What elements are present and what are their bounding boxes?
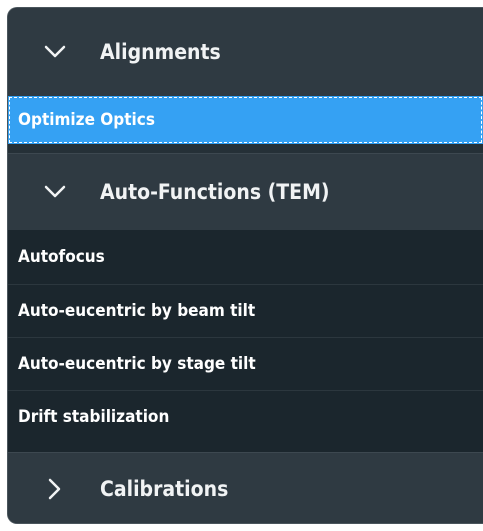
- section-header-auto-functions[interactable]: Auto-Functions (TEM): [8, 154, 483, 230]
- list-item-auto-eucentric-beam-tilt[interactable]: Auto-eucentric by beam tilt: [8, 285, 483, 337]
- list-item-label: Auto-eucentric by stage tilt: [18, 354, 256, 374]
- section-header-calibrations[interactable]: Calibrations: [8, 453, 483, 523]
- section-header-alignments[interactable]: Alignments: [8, 8, 483, 96]
- section-title-alignments: Alignments: [100, 40, 221, 64]
- list-item-label: Optimize Optics: [18, 110, 155, 130]
- auto-functions-list: Autofocus Auto-eucentric by beam tilt Au…: [8, 230, 483, 452]
- list-item-label: Auto-eucentric by beam tilt: [18, 301, 256, 321]
- list-item-autofocus[interactable]: Autofocus: [8, 230, 483, 284]
- list-item-optimize-optics[interactable]: Optimize Optics: [8, 96, 483, 144]
- section-title-auto-functions: Auto-Functions (TEM): [100, 180, 330, 204]
- list-item-label: Drift stabilization: [18, 407, 170, 427]
- section-title-calibrations: Calibrations: [100, 477, 229, 501]
- list-item-auto-eucentric-stage-tilt[interactable]: Auto-eucentric by stage tilt: [8, 338, 483, 390]
- chevron-right-icon: [44, 478, 66, 500]
- function-tree-panel: Alignments Optimize Optics Auto-Function…: [7, 7, 483, 524]
- chevron-down-icon: [44, 41, 66, 63]
- list-item-label: Autofocus: [18, 247, 105, 267]
- list-item-drift-stabilization[interactable]: Drift stabilization: [8, 391, 483, 443]
- chevron-down-icon: [44, 181, 66, 203]
